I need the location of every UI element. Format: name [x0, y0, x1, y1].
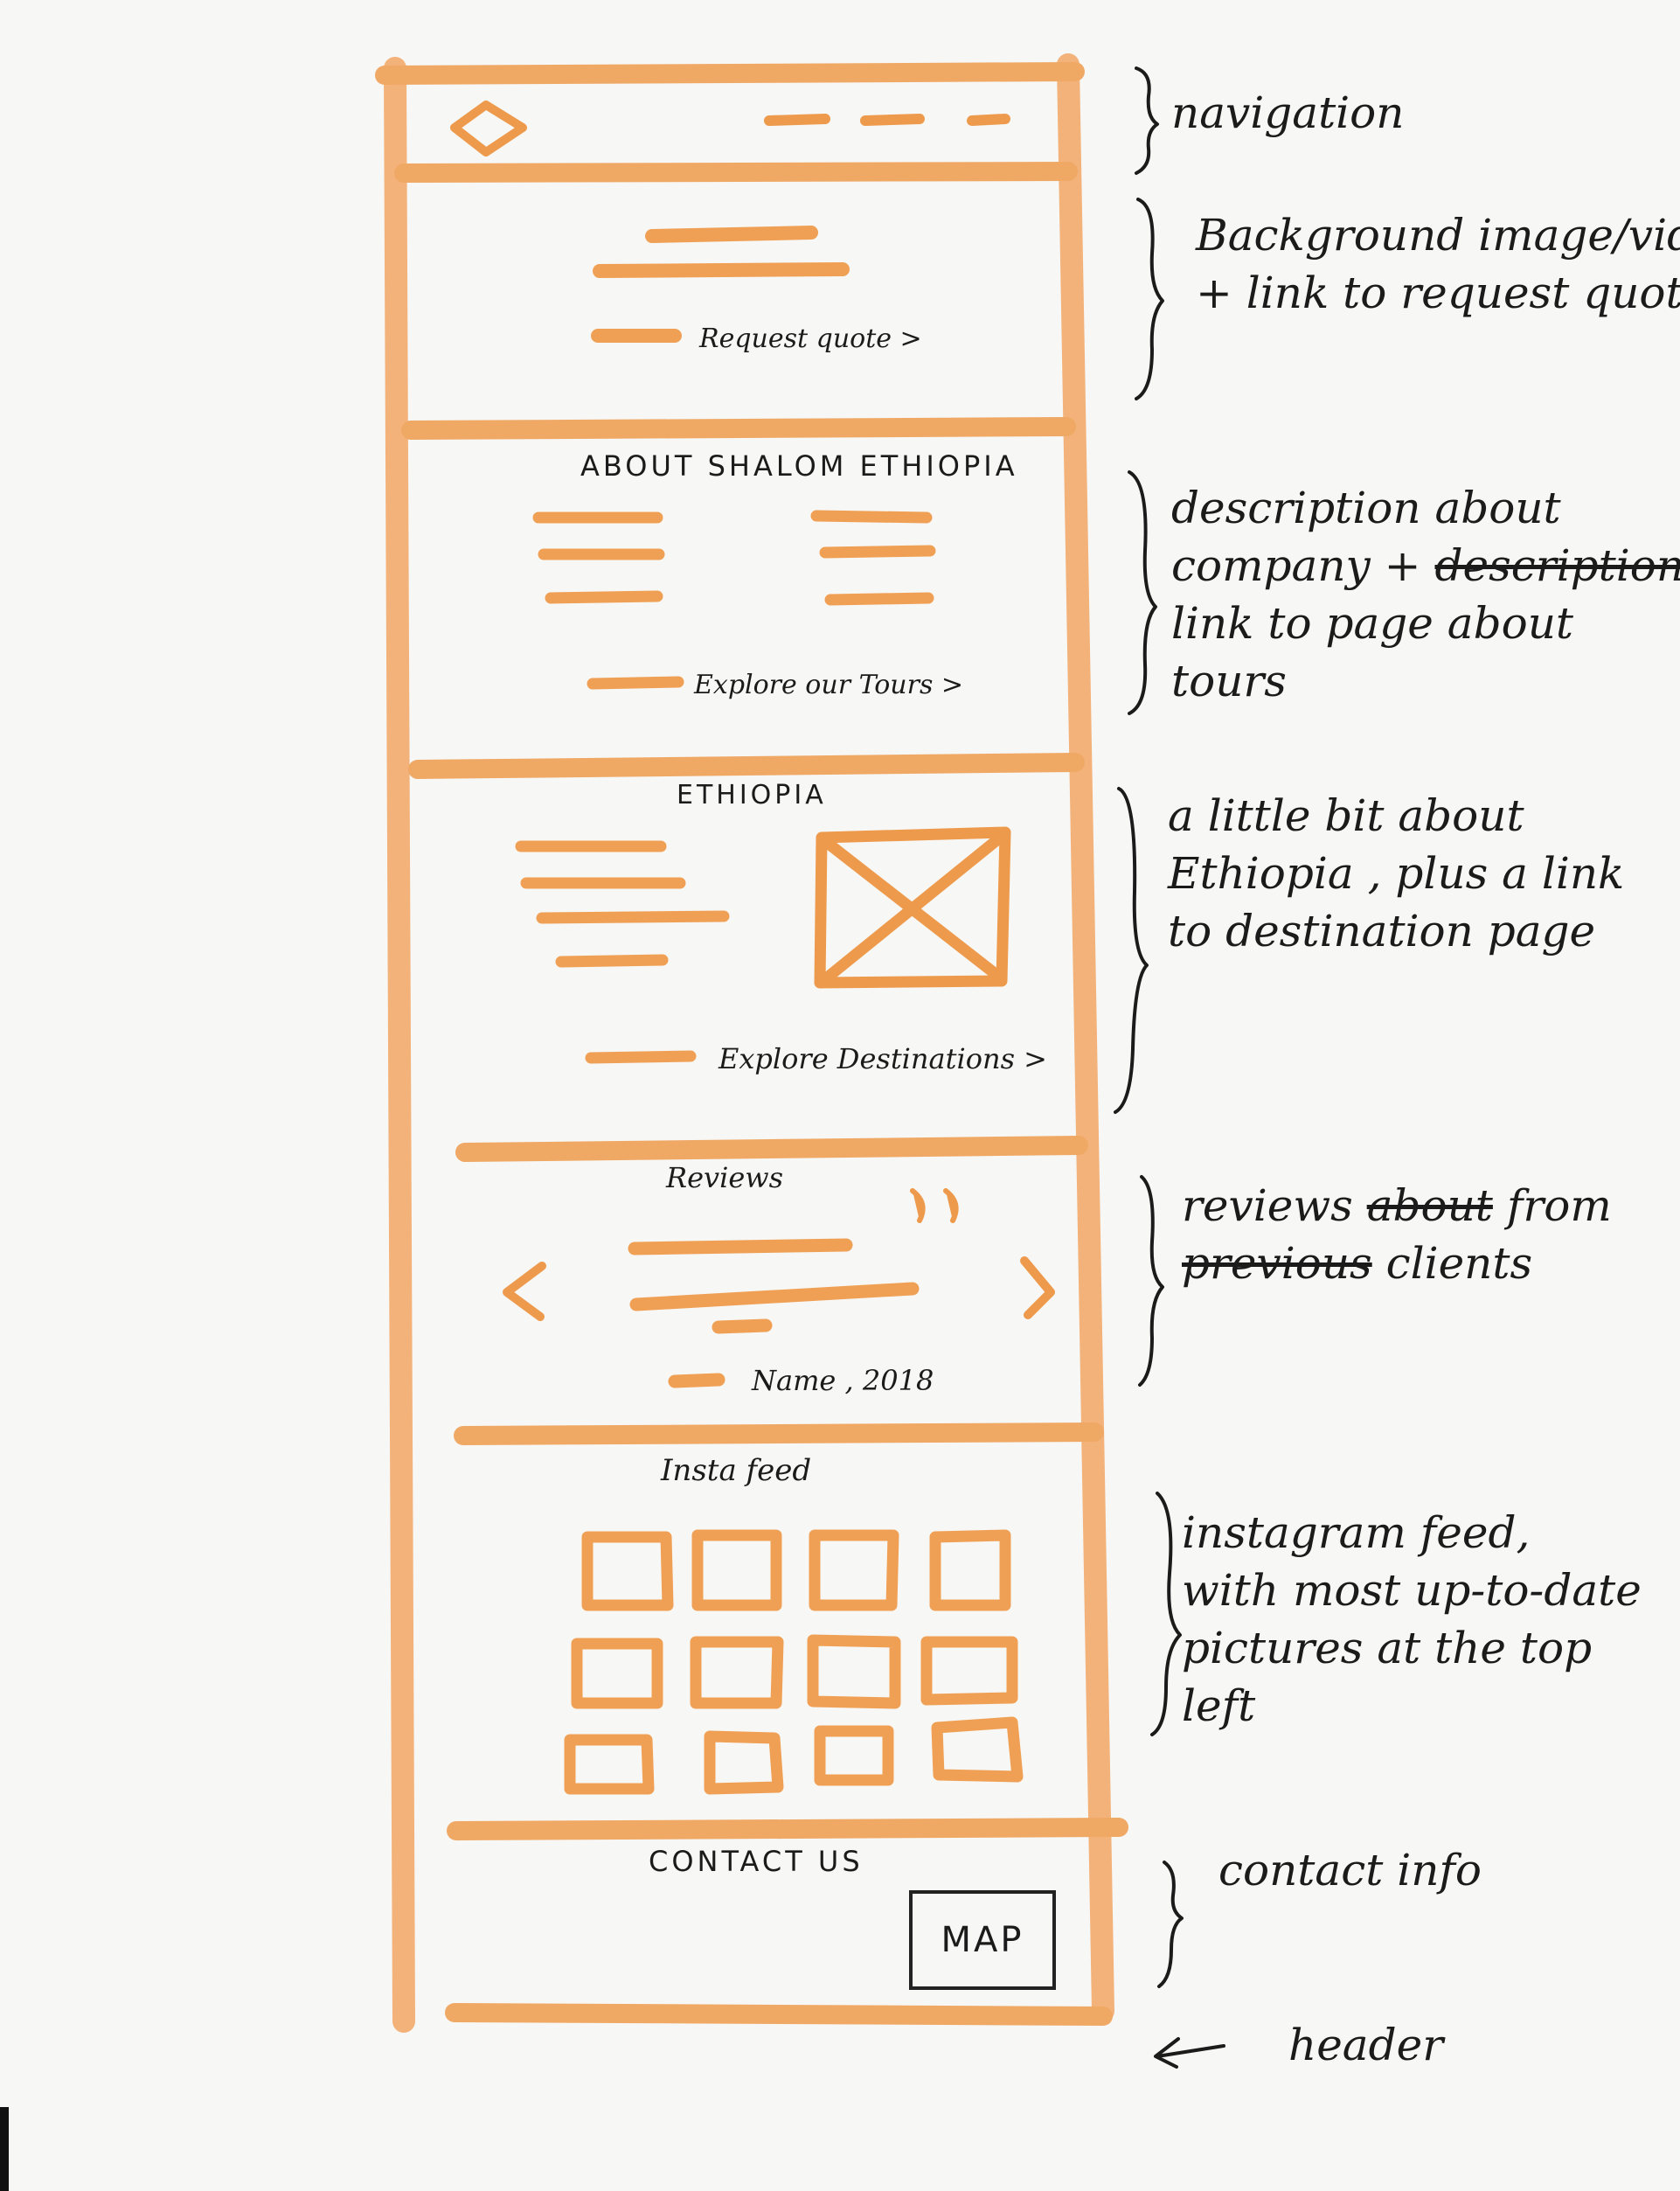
prev-review-button[interactable]: < — [510, 1273, 511, 1274]
quote-mark-icon — [910, 1188, 959, 1223]
annotation-reviews: reviews about from previous clients — [1182, 1180, 1612, 1289]
footer-arrow-icon — [1154, 2037, 1225, 2069]
reviews-title: Reviews — [666, 1161, 784, 1194]
annotation-navigation: navigation — [1171, 87, 1405, 138]
nav-links — [764, 114, 1010, 126]
next-arrow-icon — [1020, 1256, 1055, 1319]
annotation-insta: instagram feed, with most up-to-date pic… — [1182, 1507, 1642, 1731]
about-text-lines — [532, 510, 936, 690]
about-title: ABOUT SHALOM ETHIOPIA — [580, 449, 1018, 483]
explore-destinations-link[interactable]: Explore Destinations > — [719, 1042, 1047, 1075]
ethiopia-text-lines — [515, 840, 730, 1064]
instagram-grid — [564, 1529, 1024, 1795]
annotation-contact: contact info — [1218, 1845, 1482, 1895]
ethiopia-title: ETHIOPIA — [677, 780, 827, 810]
insta-feed-title: Insta feed — [661, 1453, 812, 1488]
annotation-ethiopia: a little bit about Ethiopia , plus a lin… — [1168, 790, 1625, 956]
annotation-hero: Background image/video + link to request… — [1196, 210, 1680, 318]
request-quote-link[interactable]: Request quote > — [699, 323, 922, 354]
image-placeholder — [814, 826, 1011, 989]
annotation-about: description about company + description … — [1171, 483, 1680, 706]
hero-text-lines — [591, 226, 850, 343]
map-placeholder: MAP — [909, 1890, 1056, 1990]
review-attribution: Name , 2018 — [752, 1364, 934, 1397]
annotation-footer: header — [1288, 2020, 1444, 2070]
annotation-braces — [1114, 66, 1184, 1988]
contact-title: CONTACT US — [649, 1845, 864, 1878]
explore-tours-link[interactable]: Explore our Tours > — [694, 670, 963, 700]
review-text-lines — [628, 1238, 920, 1388]
logo-diamond-icon — [450, 101, 527, 156]
next-review-button[interactable]: > — [1028, 1273, 1029, 1274]
scan-edge-mark — [0, 2107, 9, 2191]
quote-mark-label: ” — [909, 1168, 910, 1169]
prev-arrow-icon — [503, 1262, 546, 1321]
